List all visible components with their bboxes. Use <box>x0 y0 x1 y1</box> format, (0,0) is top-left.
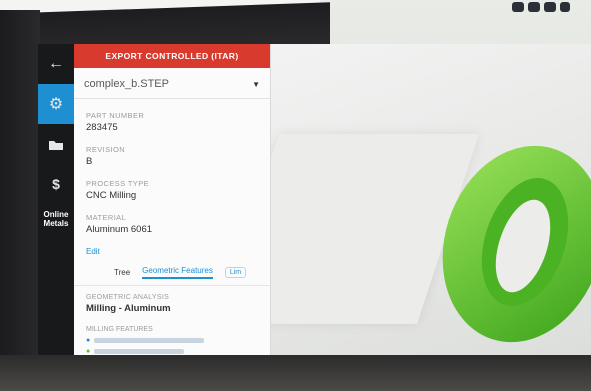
export-banner: EXPORT CONTROLLED (ITAR) <box>74 44 270 68</box>
revision-field: REVISION B <box>86 145 258 167</box>
material-label: MATERIAL <box>86 213 127 222</box>
milling-features-label: MILLING FEATURES <box>86 326 153 333</box>
part-number-value: 283475 <box>86 122 118 133</box>
settings-nav-button[interactable]: ⚙ <box>38 84 74 124</box>
geometric-analysis: GEOMETRIC ANALYSIS Milling - Aluminum <box>74 285 270 314</box>
logo-strip <box>510 2 580 16</box>
nav-rail: ← ⚙ $ Online Metals <box>38 44 74 356</box>
part-number-label: PART NUMBER <box>86 111 145 120</box>
bezel-left <box>0 10 40 391</box>
process-type-field: PROCESS TYPE CNC Milling <box>86 179 258 201</box>
file-name: complex_b.STEP <box>84 78 169 90</box>
material-field: MATERIAL Aluminum 6061 <box>86 213 258 235</box>
back-arrow-icon: ← <box>48 55 64 72</box>
app-screen: ← ⚙ $ Online Metals EXPORT CONTROLLED (I… <box>38 44 591 356</box>
milling-feature-row[interactable]: ● <box>74 344 270 355</box>
tab-geometric-features[interactable]: Geometric Features <box>142 266 213 279</box>
revision-label: REVISION <box>86 145 126 154</box>
process-type-value: CNC Milling <box>86 190 137 201</box>
feature-text-blurred <box>94 349 185 354</box>
file-selector[interactable]: complex_b.STEP ▼ <box>74 68 270 99</box>
back-button[interactable]: ← <box>38 44 74 84</box>
files-nav-button[interactable] <box>38 124 74 164</box>
part-fields: PART NUMBER 283475 REVISION B PROCESS TY… <box>74 99 270 235</box>
geometric-analysis-value: Milling - Aluminum <box>86 303 171 314</box>
logo-glyphs <box>512 2 570 12</box>
part-model[interactable] <box>413 134 591 354</box>
process-type-label: PROCESS TYPE <box>86 179 150 188</box>
chevron-down-icon[interactable]: ▼ <box>252 80 260 89</box>
3d-viewport[interactable] <box>217 44 591 356</box>
extra-button[interactable]: Lim <box>224 267 247 278</box>
milling-feature-row[interactable]: ● <box>74 333 270 344</box>
panel-tabs: Tree Geometric Features Lim <box>74 256 270 285</box>
edit-link[interactable]: Edit <box>74 247 270 256</box>
material-value: Aluminum 6061 <box>86 224 153 235</box>
dollar-icon: $ <box>52 176 60 192</box>
feature-text-blurred <box>94 338 205 343</box>
info-icon: ● <box>86 337 91 344</box>
folder-icon <box>49 140 63 150</box>
brand-logo[interactable]: Online Metals <box>38 204 74 228</box>
geometric-analysis-label: GEOMETRIC ANALYSIS <box>86 294 170 301</box>
gear-icon: ⚙ <box>48 96 64 113</box>
revision-value: B <box>86 156 93 167</box>
pricing-nav-button[interactable]: $ <box>38 164 74 204</box>
info-icon: ● <box>86 348 91 355</box>
tab-tree[interactable]: Tree <box>114 268 130 277</box>
part-details-panel: EXPORT CONTROLLED (ITAR) complex_b.STEP … <box>74 44 271 356</box>
part-number-field: PART NUMBER 283475 <box>86 111 258 133</box>
laptop-base <box>0 355 591 391</box>
